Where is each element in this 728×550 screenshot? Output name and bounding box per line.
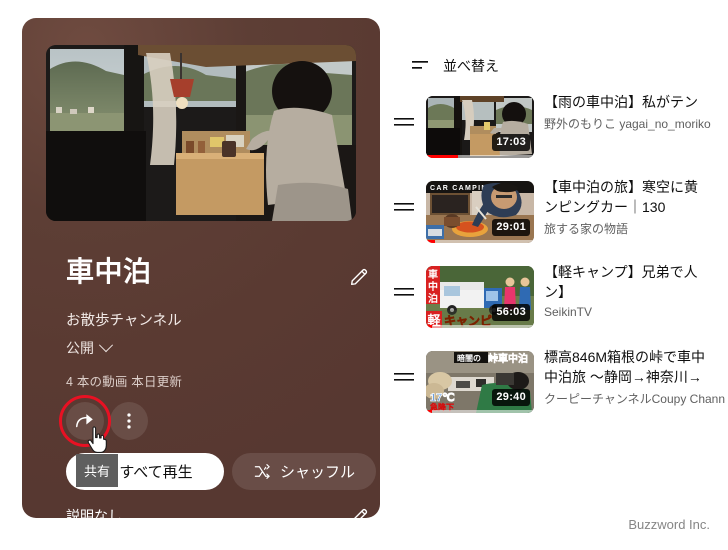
watch-progress-bar (426, 240, 534, 243)
video-list-item[interactable]: 車 中 泊 軽 キャンピ 56:03 【軽キャンプ】兄弟で人 ン】 Seikin… (390, 260, 728, 345)
video-title[interactable]: 【雨の車中泊】私がテン (544, 92, 728, 112)
share-icon (76, 414, 93, 428)
playlist-description: 説明なし (66, 508, 122, 518)
watch-progress-fill (426, 240, 435, 243)
watch-progress-fill (426, 155, 459, 158)
sort-icon (412, 61, 428, 69)
visibility-label: 公開 (66, 340, 94, 356)
video-title[interactable]: 【軽キャンプ】兄弟で人 ン】 (544, 262, 728, 302)
video-title[interactable]: 【車中泊の旅】寒空に黄 ンピングカー｜130 (544, 177, 728, 217)
video-info: 【雨の車中泊】私がテン 野外のもりこ yagai_no_moriko (544, 92, 728, 132)
playlist-title: 車中泊 (66, 256, 152, 287)
video-channel-name[interactable]: SeikinTV (544, 305, 728, 319)
more-vertical-icon (127, 413, 131, 429)
video-thumbnail[interactable]: 暗闇の 峠車中泊 17℃ 急降下 29:40 (426, 351, 534, 413)
sort-label: 並べ替え (443, 58, 499, 74)
video-duration: 56:03 (492, 304, 530, 321)
video-channel-name[interactable]: 旅する家の物語 (544, 220, 728, 237)
watch-progress-bar (426, 325, 534, 328)
video-info: 【軽キャンプ】兄弟で人 ン】 SeikinTV (544, 262, 728, 319)
video-info: 【車中泊の旅】寒空に黄 ンピングカー｜130 旅する家の物語 (544, 177, 728, 237)
playlist-visibility-selector[interactable]: 公開 (66, 338, 114, 358)
drag-handle-icon[interactable] (394, 286, 414, 298)
playlist-detail-panel: 車中泊 お散歩チャンネル 公開 4 本の動画 本日更新 すべて再生 シャッフル … (22, 18, 380, 518)
playlist-meta: 4 本の動画 本日更新 (66, 375, 183, 389)
svg-text:暗闇の: 暗闇の (457, 353, 481, 363)
video-list: 17:03 【雨の車中泊】私がテン 野外のもりこ yagai_no_moriko (390, 90, 728, 430)
shuffle-icon (254, 464, 270, 479)
shuffle-label: シャッフル (279, 464, 355, 481)
video-duration: 17:03 (492, 134, 530, 151)
watermark: Buzzword Inc. (628, 517, 710, 532)
svg-text:峠車中泊: 峠車中泊 (488, 352, 528, 365)
playlist-video-list-panel: 並べ替え 17:03 【雨の車中泊】私がテン 野外のもりこ yagai_no_m… (390, 18, 728, 538)
video-title[interactable]: 標高846M箱根の峠で車中 中泊旅 〜静岡→神奈川→ (544, 347, 728, 387)
playlist-channel-name[interactable]: お散歩チャンネル (66, 309, 182, 330)
video-list-item[interactable]: CAR CAMPING 29:01 【車中泊の旅】寒空に黄 ンピングカー｜130… (390, 175, 728, 260)
svg-text:中: 中 (428, 280, 438, 293)
share-button[interactable] (66, 402, 104, 440)
edit-title-pencil-icon[interactable] (348, 266, 370, 288)
video-thumbnail[interactable]: 17:03 (426, 96, 534, 158)
drag-handle-icon[interactable] (394, 116, 414, 128)
playlist-hero-thumbnail[interactable] (46, 45, 356, 221)
watch-progress-fill (426, 325, 433, 328)
shuffle-button[interactable]: シャッフル (232, 453, 376, 490)
watch-progress-bar (426, 410, 534, 413)
video-thumbnail[interactable]: 車 中 泊 軽 キャンピ 56:03 (426, 266, 534, 328)
video-list-item[interactable]: 17:03 【雨の車中泊】私がテン 野外のもりこ yagai_no_moriko (390, 90, 728, 175)
video-info: 標高846M箱根の峠で車中 中泊旅 〜静岡→神奈川→ クーピーチャンネルCoup… (544, 347, 728, 407)
video-channel-name[interactable]: 野外のもりこ yagai_no_moriko (544, 115, 728, 132)
watch-progress-fill (426, 410, 433, 413)
share-tooltip: 共有 (76, 454, 118, 487)
sort-control[interactable]: 並べ替え (412, 56, 499, 76)
video-duration: 29:40 (492, 389, 530, 406)
chevron-down-icon (98, 338, 114, 353)
edit-description-pencil-icon[interactable] (348, 506, 370, 518)
svg-text:車: 車 (428, 268, 438, 281)
play-all-label: すべて再生 (119, 464, 193, 481)
video-channel-name[interactable]: クーピーチャンネルCoupy Chann (544, 390, 728, 407)
svg-text:泊: 泊 (428, 292, 438, 305)
video-thumbnail[interactable]: CAR CAMPING 29:01 (426, 181, 534, 243)
video-list-item[interactable]: 暗闇の 峠車中泊 17℃ 急降下 29:40 標高846M箱根の峠で車中 中泊旅… (390, 345, 728, 430)
watch-progress-bar (426, 155, 534, 158)
more-options-button[interactable] (110, 402, 148, 440)
drag-handle-icon[interactable] (394, 371, 414, 383)
drag-handle-icon[interactable] (394, 201, 414, 213)
video-duration: 29:01 (492, 219, 530, 236)
hero-thumbnail-image (46, 45, 356, 221)
